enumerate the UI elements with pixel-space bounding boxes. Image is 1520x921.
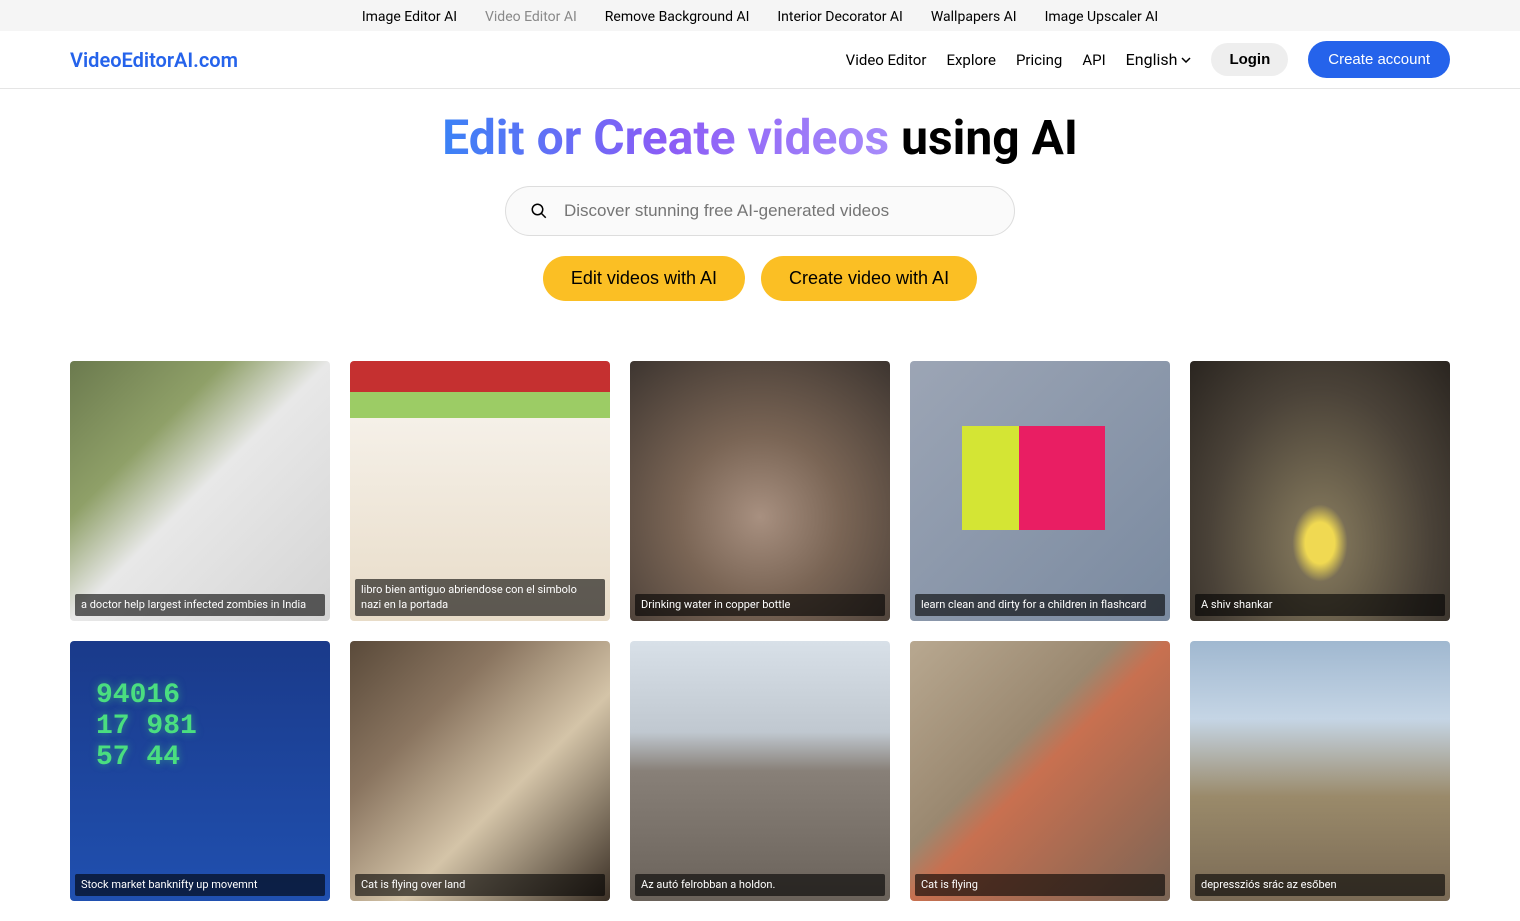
video-caption: Stock market banknifty up movemnt [75, 874, 325, 896]
video-thumbnail [1190, 641, 1450, 901]
nav-pricing[interactable]: Pricing [1016, 51, 1062, 69]
hero-gradient-text: Edit or Create videos [442, 109, 889, 166]
hero-rest-text: using AI [889, 109, 1078, 166]
language-dropdown[interactable]: English [1126, 50, 1192, 69]
video-thumbnail [70, 641, 330, 901]
video-caption: Cat is flying [915, 874, 1165, 896]
create-account-button[interactable]: Create account [1308, 41, 1450, 78]
gallery-card[interactable]: Cat is flying [910, 641, 1170, 901]
nav-api[interactable]: API [1082, 51, 1105, 69]
video-caption: libro bien antiguo abriendose con el sim… [355, 579, 605, 616]
video-caption: Az autó felrobban a holdon. [635, 874, 885, 896]
gallery-card[interactable]: libro bien antiguo abriendose con el sim… [350, 361, 610, 621]
topbar-link-video-editor[interactable]: Video Editor AI [485, 9, 577, 25]
gallery-card[interactable]: A shiv shankar [1190, 361, 1450, 621]
video-thumbnail [70, 361, 330, 621]
nav-explore[interactable]: Explore [946, 51, 996, 69]
topbar-link-image-editor[interactable]: Image Editor AI [362, 9, 457, 25]
hero-section: Edit or Create videos using AI Edit vide… [0, 89, 1520, 331]
topbar-link-upscaler[interactable]: Image Upscaler AI [1045, 9, 1159, 25]
topbar-link-interior[interactable]: Interior Decorator AI [777, 9, 903, 25]
chevron-down-icon [1181, 57, 1191, 63]
nav-video-editor[interactable]: Video Editor [846, 51, 927, 69]
gallery-card[interactable]: depressziós srác az esőben [1190, 641, 1450, 901]
main-nav: VideoEditorAI.com Video Editor Explore P… [0, 31, 1520, 89]
gallery-card[interactable]: learn clean and dirty for a children in … [910, 361, 1170, 621]
language-label: English [1126, 50, 1178, 69]
logo[interactable]: VideoEditorAI.com [70, 48, 238, 72]
hero-heading: Edit or Create videos using AI [0, 109, 1520, 166]
create-video-button[interactable]: Create video with AI [761, 256, 977, 301]
gallery-card[interactable]: a doctor help largest infected zombies i… [70, 361, 330, 621]
gallery-card[interactable]: Cat is flying over land [350, 641, 610, 901]
search-box[interactable] [505, 186, 1015, 236]
video-thumbnail [1190, 361, 1450, 621]
video-thumbnail [630, 641, 890, 901]
video-caption: Drinking water in copper bottle [635, 594, 885, 616]
video-caption: a doctor help largest infected zombies i… [75, 594, 325, 616]
search-icon [530, 202, 548, 220]
video-gallery: a doctor help largest infected zombies i… [0, 331, 1520, 921]
video-thumbnail [350, 641, 610, 901]
video-caption: A shiv shankar [1195, 594, 1445, 616]
cta-row: Edit videos with AI Create video with AI [0, 256, 1520, 301]
edit-videos-button[interactable]: Edit videos with AI [543, 256, 745, 301]
video-caption: depressziós srác az esőben [1195, 874, 1445, 896]
video-thumbnail [630, 361, 890, 621]
video-thumbnail [910, 361, 1170, 621]
video-caption: Cat is flying over land [355, 874, 605, 896]
login-button[interactable]: Login [1211, 43, 1288, 76]
topbar-link-wallpapers[interactable]: Wallpapers AI [931, 9, 1017, 25]
topbar-link-remove-bg[interactable]: Remove Background AI [605, 9, 750, 25]
gallery-card[interactable]: Stock market banknifty up movemnt [70, 641, 330, 901]
video-thumbnail [910, 641, 1170, 901]
search-input[interactable] [564, 201, 990, 221]
top-service-bar: Image Editor AI Video Editor AI Remove B… [0, 0, 1520, 31]
gallery-card[interactable]: Drinking water in copper bottle [630, 361, 890, 621]
gallery-card[interactable]: Az autó felrobban a holdon. [630, 641, 890, 901]
video-caption: learn clean and dirty for a children in … [915, 594, 1165, 616]
nav-right: Video Editor Explore Pricing API English… [846, 41, 1450, 78]
